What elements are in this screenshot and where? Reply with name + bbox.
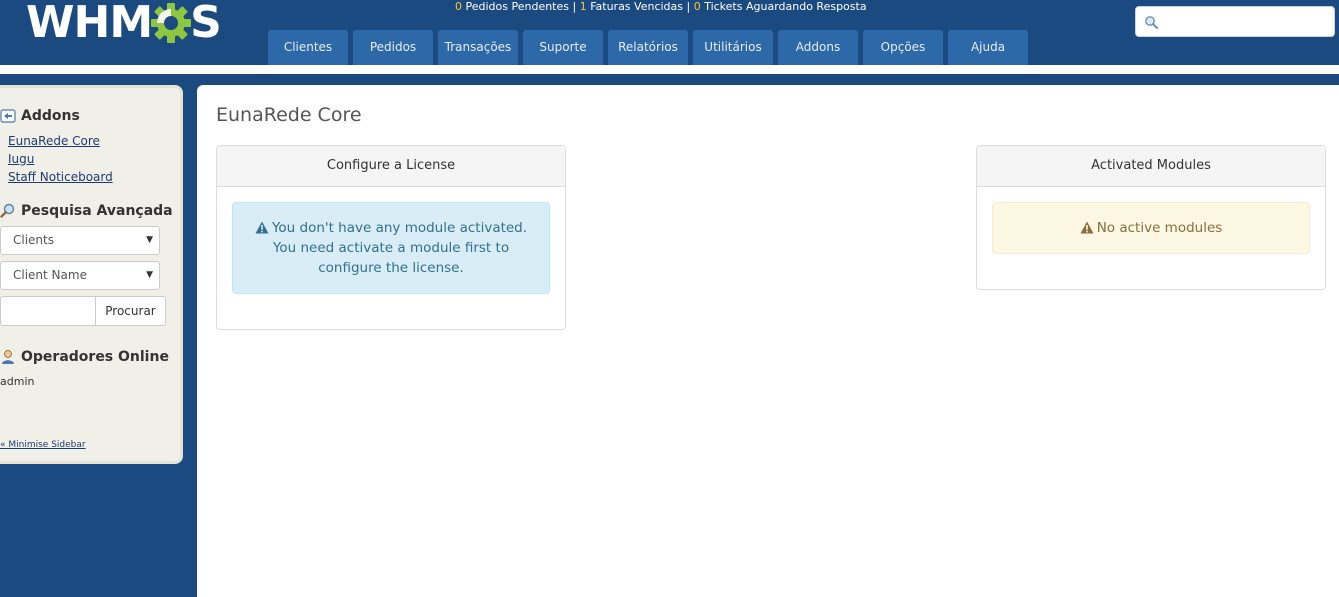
global-search-input[interactable] <box>1162 11 1330 33</box>
search-field-select[interactable]: Client Name ▼ <box>0 261 160 290</box>
user-icon <box>2 350 14 364</box>
page-title: EunaRede Core <box>216 104 362 126</box>
online-staff-heading: Operadores Online <box>0 349 169 365</box>
whmcs-logo[interactable]: WHM S <box>26 0 222 48</box>
header-divider <box>0 65 1339 74</box>
search-submit-button[interactable]: Procurar <box>95 296 166 326</box>
chevron-down-icon: ▼ <box>146 235 153 245</box>
header: WHM S 0 Pedidos Pendentes | 1 Faturas Ve… <box>0 0 1339 65</box>
logo-text-left: WHM <box>26 0 153 48</box>
awaiting-tickets-count[interactable]: 0 <box>694 0 701 13</box>
search-type-value: Clients <box>13 233 54 247</box>
warning-icon <box>1080 221 1094 234</box>
warning-icon <box>255 221 269 234</box>
search-query-input[interactable] <box>1 297 97 325</box>
license-alert-line1: You don't have any module activated. <box>271 220 528 236</box>
tab-opcoes[interactable]: Opções <box>863 30 943 65</box>
license-alert-line2: You need activate a module first to <box>272 240 510 256</box>
search-field-value: Client Name <box>13 268 87 282</box>
tab-utilitarios[interactable]: Utilitários <box>693 30 773 65</box>
pending-orders-count[interactable]: 0 <box>455 0 462 13</box>
pending-orders-label[interactable]: Pedidos Pendentes | <box>462 0 580 13</box>
global-search[interactable] <box>1135 6 1335 37</box>
tab-clientes[interactable]: Clientes <box>268 30 348 65</box>
license-alert-line3: configure the license. <box>318 260 464 276</box>
advanced-search-heading: Pesquisa Avançada <box>0 203 173 219</box>
search-icon <box>1145 16 1158 29</box>
tab-ajuda[interactable]: Ajuda <box>948 30 1028 65</box>
tab-suporte[interactable]: Suporte <box>523 30 603 65</box>
main-content: EunaRede Core Configure a License You do… <box>197 85 1339 597</box>
overdue-invoices-label[interactable]: Faturas Vencidas | <box>587 0 694 13</box>
sidebar-link-iugu[interactable]: Iugu <box>8 152 34 166</box>
tab-pedidos[interactable]: Pedidos <box>353 30 433 65</box>
tab-relatorios[interactable]: Relatórios <box>608 30 688 65</box>
license-panel: Configure a License You don't have any m… <box>216 145 566 330</box>
modules-panel-heading: Activated Modules <box>977 146 1325 187</box>
awaiting-tickets-label[interactable]: Tickets Aguardando Resposta <box>701 0 866 13</box>
logo-text-right: S <box>190 0 222 48</box>
online-staff-heading-label: Operadores Online <box>21 349 169 365</box>
license-alert: You don't have any module activated. You… <box>232 202 550 294</box>
addons-heading-label: Addons <box>21 108 80 124</box>
magnifier-icon <box>0 203 15 218</box>
sidebar-link-eunarede-core[interactable]: EunaRede Core <box>8 134 100 148</box>
modules-alert: No active modules <box>992 202 1310 254</box>
search-query-field[interactable] <box>0 296 97 326</box>
gear-icon <box>151 3 192 43</box>
overdue-invoices-count[interactable]: 1 <box>580 0 587 13</box>
header-stats: 0 Pedidos Pendentes | 1 Faturas Vencidas… <box>455 0 867 14</box>
modules-panel: Activated Modules No active modules <box>976 145 1326 290</box>
tab-transacoes[interactable]: Transações <box>438 30 518 65</box>
addons-icon <box>0 109 16 123</box>
online-staff-user: admin <box>0 375 35 388</box>
minimise-sidebar-link[interactable]: « Minimise Sidebar <box>0 440 86 450</box>
advanced-search-heading-label: Pesquisa Avançada <box>21 203 173 219</box>
modules-alert-text: No active modules <box>1096 220 1223 236</box>
license-panel-heading: Configure a License <box>217 146 565 187</box>
addons-heading: Addons <box>0 108 80 124</box>
sidebar: Addons EunaRede Core Iugu Staff Noticebo… <box>0 85 183 464</box>
sidebar-link-staff-noticeboard[interactable]: Staff Noticeboard <box>8 170 113 184</box>
chevron-down-icon: ▼ <box>146 270 153 280</box>
tab-addons[interactable]: Addons <box>778 30 858 65</box>
search-type-select[interactable]: Clients ▼ <box>0 226 160 255</box>
